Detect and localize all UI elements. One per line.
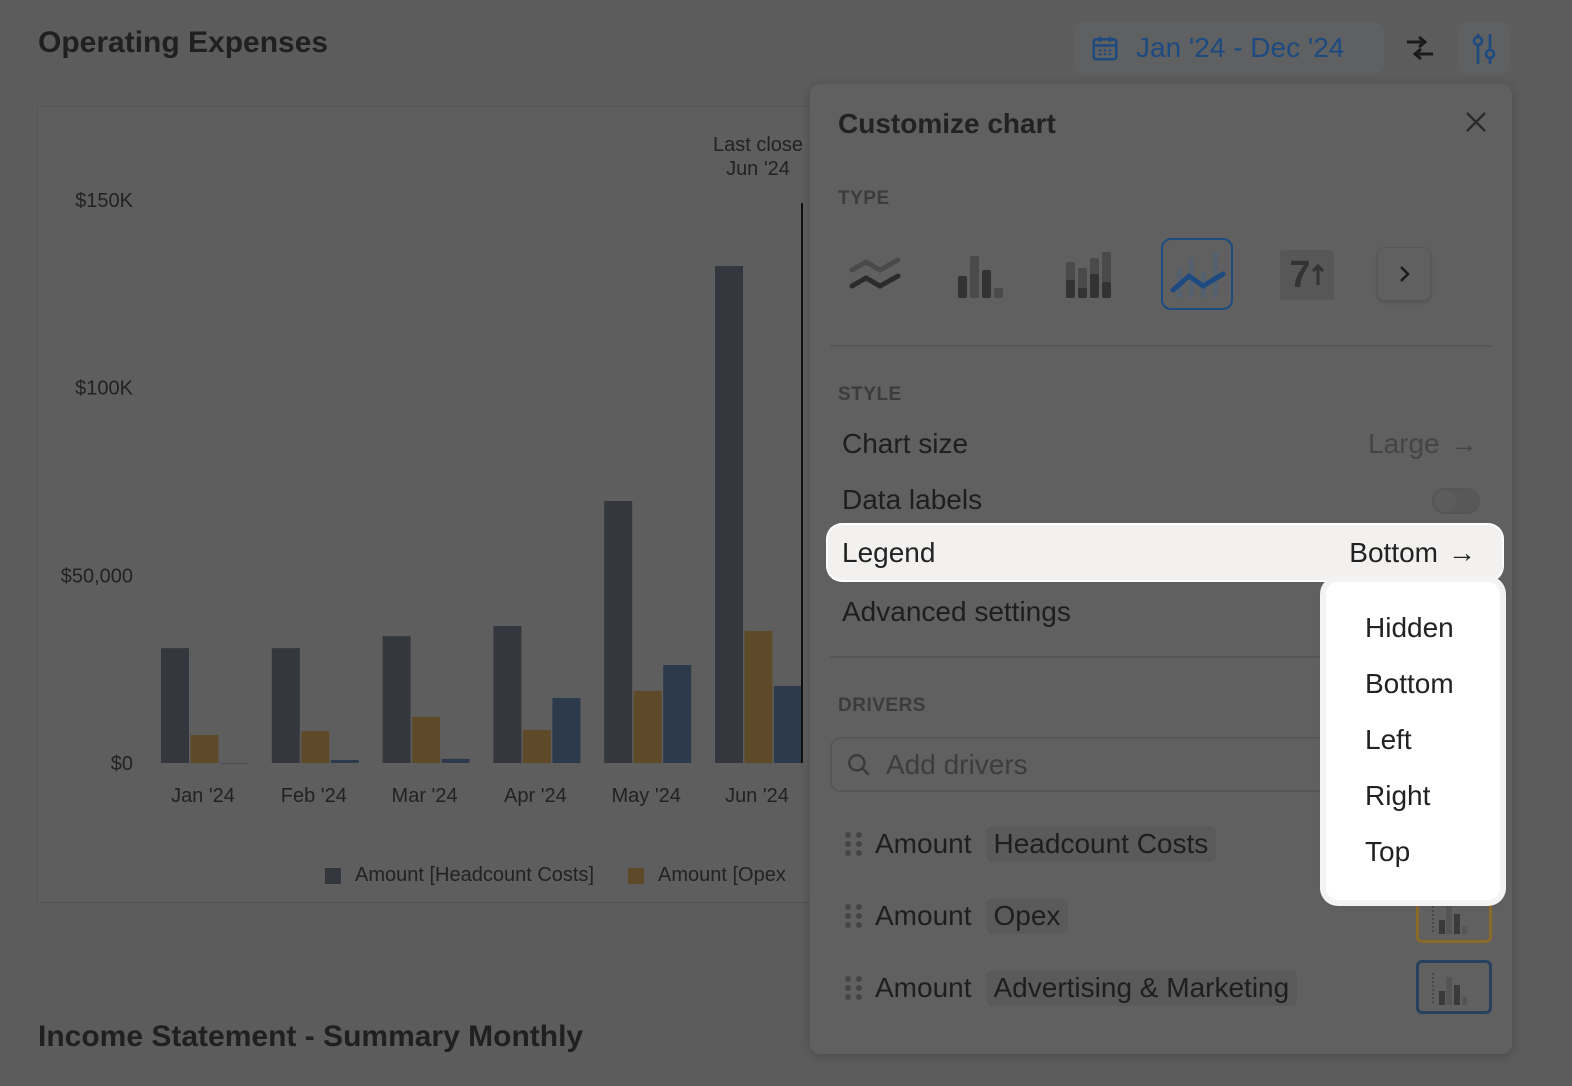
bar: [715, 266, 743, 763]
driver-row[interactable]: Amount Opex: [845, 898, 1069, 934]
chart-type-bar[interactable]: [946, 238, 1018, 310]
annotation-label: Jun '24: [726, 158, 790, 180]
chart-type-bar-line-combo[interactable]: [1161, 238, 1233, 310]
bar: [441, 758, 470, 763]
bar: [633, 690, 662, 763]
bar: [744, 630, 773, 763]
legend-option-right[interactable]: Right: [1326, 772, 1500, 828]
legend-value: Bottom: [1349, 536, 1438, 568]
toggle-knob: [1434, 490, 1456, 512]
driver-row[interactable]: Amount Headcount Costs: [845, 826, 1217, 862]
driver-prefix: Amount: [875, 900, 972, 931]
driver-row[interactable]: Amount Advertising & Marketing: [845, 970, 1298, 1006]
chart-size-value: Large: [1368, 428, 1440, 459]
driver-prefix: Amount: [875, 828, 972, 859]
legend-swatch-headcount: [325, 867, 341, 884]
more-types-button[interactable]: [1377, 247, 1431, 301]
y-tick-label: $50,000: [61, 565, 133, 587]
chart-type-stacked-bar[interactable]: [1054, 238, 1126, 310]
bar: [382, 636, 411, 763]
drag-handle-icon[interactable]: [845, 904, 862, 928]
annotation-label: Last close: [713, 134, 803, 156]
legend-position-dropdown: Hidden Bottom Left Right Top: [1326, 582, 1500, 900]
x-tick-label: May '24: [611, 785, 680, 807]
add-drivers-placeholder: Add drivers: [886, 748, 1028, 780]
chart-type-multi-line[interactable]: [840, 238, 912, 310]
close-button[interactable]: [1464, 110, 1488, 139]
x-tick-label: Jun '24: [725, 785, 789, 807]
add-drivers-input[interactable]: Add drivers: [830, 737, 1350, 792]
bar-line-combo-icon: [1170, 252, 1226, 298]
bar: [522, 729, 551, 763]
legend-option-hidden[interactable]: Hidden: [1326, 604, 1500, 660]
data-labels-toggle[interactable]: [1432, 488, 1480, 514]
style-section-label: STYLE: [838, 384, 902, 405]
chart-type-number[interactable]: 7: [1280, 250, 1334, 300]
arrow-right-icon: →: [1449, 428, 1478, 459]
close-icon: [1466, 112, 1486, 132]
y-tick-label: $150K: [75, 190, 133, 212]
legend-label: Amount [Opex: [658, 864, 786, 886]
drag-handle-icon[interactable]: [845, 832, 862, 856]
bar: [190, 734, 219, 763]
bar: [271, 648, 300, 763]
bar: [604, 501, 633, 763]
x-tick-label: Apr '24: [504, 785, 567, 807]
data-labels-label: Data labels: [842, 484, 983, 515]
legend-label: Amount [Headcount Costs]: [355, 864, 595, 886]
driver-chart-type-button[interactable]: [1416, 960, 1492, 1014]
bar: [552, 698, 581, 763]
bar: [663, 665, 692, 763]
panel-title: Customize chart: [838, 108, 1056, 139]
multi-line-chart-icon: [849, 257, 901, 289]
bar: [493, 626, 522, 763]
legend-option-top[interactable]: Top: [1326, 828, 1500, 884]
legend-label: Legend: [842, 536, 936, 568]
chart-size-selector[interactable]: Large →: [1368, 428, 1478, 460]
chart-legend: Amount [Headcount Costs] Amount [Opex: [325, 864, 786, 887]
bar: [161, 648, 189, 763]
search-icon: [848, 753, 870, 776]
number-glyph: 7: [1289, 253, 1311, 296]
bar-chart-icon: [1432, 973, 1467, 1005]
drag-handle-icon[interactable]: [845, 976, 862, 1000]
bar: [412, 716, 441, 763]
bar: [220, 763, 248, 764]
bar: [774, 686, 802, 763]
bar: [301, 731, 330, 763]
drivers-section-label: DRIVERS: [838, 695, 926, 716]
bar-chart-icon: [958, 256, 1003, 298]
legend-option-bottom[interactable]: Bottom: [1326, 660, 1500, 716]
y-tick-label: $0: [111, 753, 133, 775]
arrow-up-icon: [1311, 263, 1324, 285]
x-tick-label: Jan '24: [171, 785, 235, 807]
chart-size-label: Chart size: [842, 428, 969, 459]
y-tick-label: $100K: [75, 378, 133, 400]
driver-name: Advertising & Marketing: [985, 970, 1298, 1006]
legend-swatch-opex: [628, 867, 645, 884]
legend-position-selector[interactable]: Legend Bottom →: [828, 525, 1502, 580]
type-section-label: TYPE: [838, 188, 890, 209]
driver-name: Opex: [985, 898, 1069, 934]
bar: [330, 759, 359, 763]
divider: [830, 345, 1492, 347]
section-title: Income Statement - Summary Monthly: [38, 1020, 584, 1053]
x-tick-label: Mar '24: [392, 785, 458, 807]
stacked-bar-icon: [1066, 252, 1111, 298]
driver-name: Headcount Costs: [985, 826, 1217, 862]
driver-prefix: Amount: [875, 972, 972, 1003]
advanced-settings-link[interactable]: Advanced settings: [842, 596, 1071, 628]
chevron-right-icon: [1400, 266, 1410, 282]
arrow-right-icon: →: [1448, 536, 1476, 568]
x-tick-label: Feb '24: [281, 785, 347, 807]
legend-option-left[interactable]: Left: [1326, 716, 1500, 772]
